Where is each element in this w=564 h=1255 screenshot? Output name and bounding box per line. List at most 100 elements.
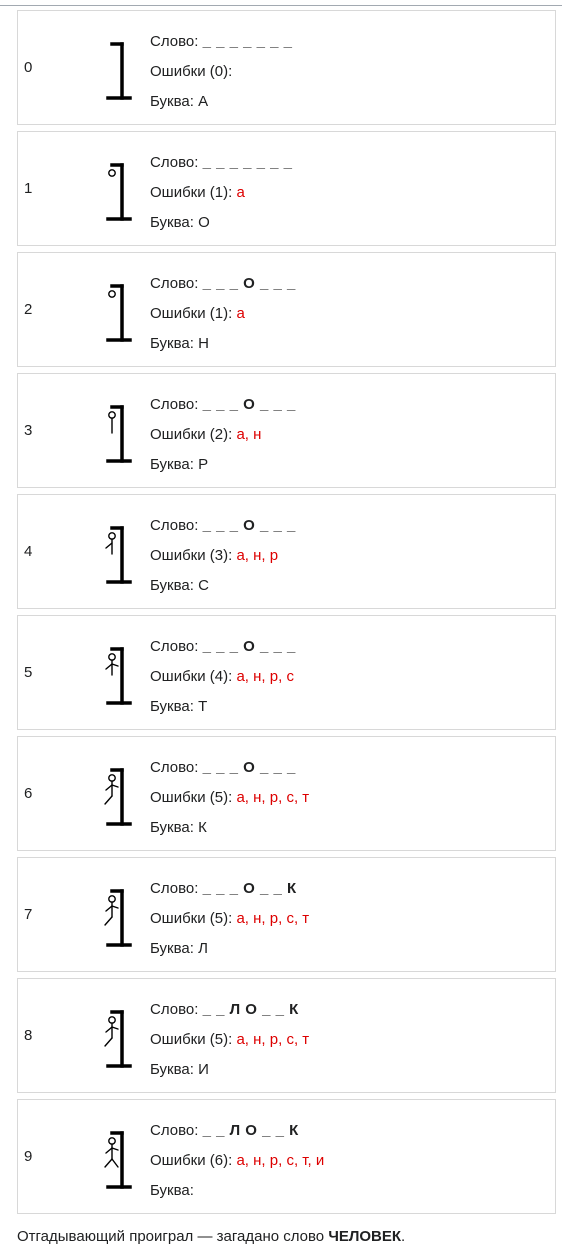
game-step-row: 2 Слово: _ _ _ О _ _ _ Ошибки (1): а Бук… xyxy=(17,252,556,367)
word-label: Слово: xyxy=(150,1001,199,1018)
game-step-row: 5 Слово: _ _ _ О _ _ _ Ошибки (4): а, н,… xyxy=(17,615,556,730)
figure-left-arm xyxy=(105,542,113,549)
misses-label: Ошибки xyxy=(150,426,206,443)
step-info: Слово: _ _ _ О _ _ _ Ошибки (2): а, н Бу… xyxy=(150,390,296,480)
game-step-row: 0 Слово: _ _ _ _ _ _ _ Ошибки (0): Буква… xyxy=(17,10,556,125)
word-value: _ _ _ _ _ _ _ xyxy=(202,154,293,171)
misses-value: а, н, р, с xyxy=(236,668,294,685)
figure-left-arm xyxy=(105,1147,113,1154)
step-info: Слово: _ _ Л О _ _ К Ошибки (5): а, н, р… xyxy=(150,995,309,1085)
word-value: _ _ Л О _ _ К xyxy=(202,1001,299,1018)
game-step-row: 9 Слово: _ _ Л О _ _ К Ошибки (6): а, н,… xyxy=(17,1099,556,1214)
word-label: Слово: xyxy=(150,275,199,292)
result-text: Отгадывающий проиграл — загадано слово xyxy=(17,1228,329,1245)
misses-count: (1): xyxy=(209,305,233,322)
step-number: 7 xyxy=(24,906,33,923)
step-number: 9 xyxy=(24,1148,33,1165)
figure-right-arm xyxy=(111,1147,119,1151)
letter-label: Буква: xyxy=(150,214,194,231)
figure-left-leg xyxy=(104,795,113,805)
letter-value: И xyxy=(198,1061,209,1078)
letter-value: К xyxy=(198,819,207,836)
letter-label: Буква: xyxy=(150,93,194,110)
misses-label: Ошибки xyxy=(150,910,206,927)
gallows-icon xyxy=(106,42,132,100)
misses-value: а, н, р, с, т xyxy=(236,789,310,806)
figure-head xyxy=(108,895,116,903)
figure-right-arm xyxy=(111,1026,119,1030)
misses-value: а, н, р, с, т, и xyxy=(236,1152,325,1169)
game-step-row: 6 Слово: _ _ _ О _ _ _ Ошибки (5): а, н,… xyxy=(17,736,556,851)
step-info: Слово: _ _ _ О _ _ К Ошибки (5): а, н, р… xyxy=(150,874,309,964)
figure-right-leg xyxy=(111,1158,119,1168)
figure-left-leg xyxy=(104,1158,113,1168)
misses-label: Ошибки xyxy=(150,1152,206,1169)
word-label: Слово: xyxy=(150,1122,199,1139)
word-value: _ _ Л О _ _ К xyxy=(202,1122,299,1139)
misses-count: (2): xyxy=(209,426,233,443)
gallows-icon xyxy=(106,405,132,463)
answer-word: ЧЕЛОВЕК xyxy=(328,1228,402,1245)
misses-value: а xyxy=(236,184,245,201)
misses-count: (1): xyxy=(209,184,233,201)
letter-label: Буква: xyxy=(150,1182,194,1199)
letter-label: Буква: xyxy=(150,940,194,957)
step-info: Слово: _ _ _ О _ _ _ Ошибки (1): а Буква… xyxy=(150,269,296,359)
step-number: 1 xyxy=(24,180,33,197)
game-step-row: 1 Слово: _ _ _ _ _ _ _ Ошибки (1): а Бук… xyxy=(17,131,556,246)
misses-count: (0): xyxy=(209,63,233,80)
figure-head xyxy=(108,774,116,782)
step-info: Слово: _ _ _ _ _ _ _ Ошибки (1): а Буква… xyxy=(150,148,292,238)
game-step-row: 3 Слово: _ _ _ О _ _ _ Ошибки (2): а, н … xyxy=(17,373,556,488)
letter-value: А xyxy=(198,93,209,110)
misses-count: (5): xyxy=(209,789,233,806)
step-number: 5 xyxy=(24,664,33,681)
letter-value: Т xyxy=(198,698,208,715)
misses-value: а, н, р, с, т xyxy=(236,910,310,927)
gallows-icon xyxy=(104,1010,132,1068)
letter-label: Буква: xyxy=(150,1061,194,1078)
letter-value: С xyxy=(198,577,209,594)
figure-head xyxy=(108,653,116,661)
figure-left-arm xyxy=(105,905,113,912)
letter-label: Буква: xyxy=(150,456,194,473)
gallows-icon xyxy=(104,1131,132,1189)
figure-head xyxy=(108,169,116,177)
figure-right-arm xyxy=(111,663,119,667)
misses-count: (4): xyxy=(209,668,233,685)
word-label: Слово: xyxy=(150,517,199,534)
gallows-icon xyxy=(104,889,132,947)
game-step-row: 8 Слово: _ _ Л О _ _ К Ошибки (5): а, н,… xyxy=(17,978,556,1093)
game-step-row: 4 Слово: _ _ _ О _ _ _ Ошибки (3): а, н,… xyxy=(17,494,556,609)
misses-count: (6): xyxy=(209,1152,233,1169)
word-value: _ _ _ О _ _ _ xyxy=(202,396,296,413)
word-label: Слово: xyxy=(150,396,199,413)
figure-head xyxy=(108,290,116,298)
misses-label: Ошибки xyxy=(150,668,206,685)
figure-right-arm xyxy=(111,784,119,788)
figure-head xyxy=(108,532,116,540)
gallows-icon xyxy=(105,526,132,584)
game-steps-list: 0 Слово: _ _ _ _ _ _ _ Ошибки (0): Буква… xyxy=(17,10,556,1220)
misses-value: а, н, р xyxy=(236,547,279,564)
misses-label: Ошибки xyxy=(150,789,206,806)
word-value: _ _ _ О _ _ _ xyxy=(202,638,296,655)
step-number: 8 xyxy=(24,1027,33,1044)
word-label: Слово: xyxy=(150,759,199,776)
step-number: 0 xyxy=(24,59,33,76)
figure-head xyxy=(108,411,116,419)
step-info: Слово: _ _ _ О _ _ _ Ошибки (4): а, н, р… xyxy=(150,632,296,722)
figure-left-leg xyxy=(104,916,113,926)
gallows-icon xyxy=(106,284,132,342)
letter-value: Н xyxy=(198,335,209,352)
misses-label: Ошибки xyxy=(150,547,206,564)
gallows-icon xyxy=(104,768,132,826)
word-value: _ _ _ _ _ _ _ xyxy=(202,33,293,50)
figure-right-arm xyxy=(111,905,119,909)
misses-label: Ошибки xyxy=(150,305,206,322)
letter-label: Буква: xyxy=(150,577,194,594)
step-info: Слово: _ _ Л О _ _ К Ошибки (6): а, н, р… xyxy=(150,1116,324,1206)
word-label: Слово: xyxy=(150,33,199,50)
letter-label: Буква: xyxy=(150,819,194,836)
word-label: Слово: xyxy=(150,880,199,897)
